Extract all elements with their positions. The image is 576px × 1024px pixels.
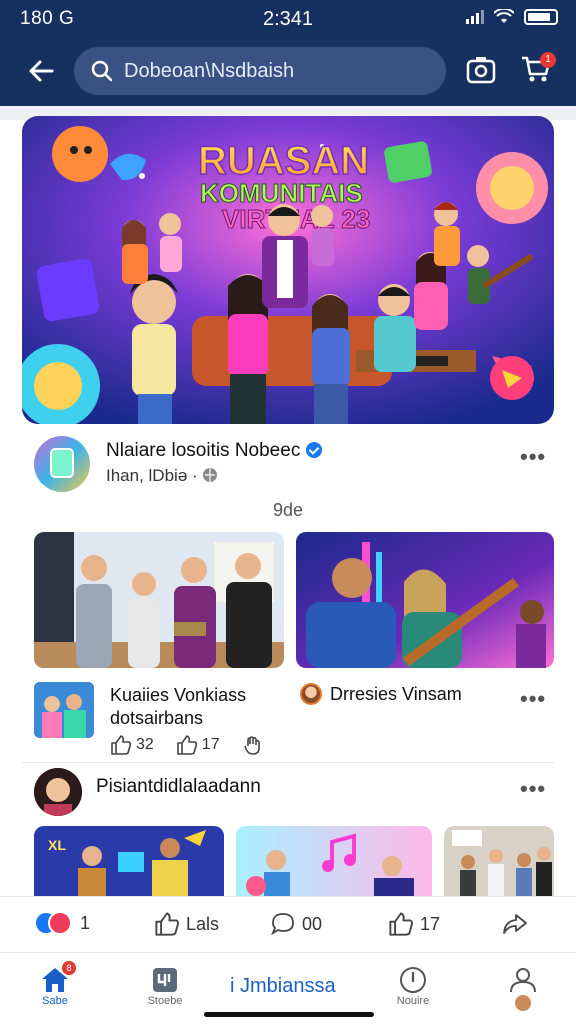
love-reaction-icon (48, 911, 72, 935)
post-title[interactable]: Nlaiare losoitis Nobeec (106, 440, 323, 462)
post-subtitle: Ihan, lDbiə · (106, 466, 218, 486)
nav-notifications[interactable]: Nouire (378, 965, 448, 1007)
photo-music-neon (296, 532, 554, 668)
cart-button[interactable]: 1 (520, 52, 556, 86)
card2-avatar[interactable] (300, 683, 322, 705)
section-title[interactable]: Pisiantdidlalaadann (96, 776, 261, 798)
person-avatar-image (34, 768, 82, 816)
nav-profile[interactable] (488, 965, 558, 1011)
globe-icon (203, 468, 218, 482)
card1-title[interactable]: Kuaiies Vonkiass dotsairbans (110, 684, 310, 730)
thumbs-up-icon (155, 912, 179, 936)
photo-group-indoor (444, 826, 554, 896)
nav-notif-label: Nouire (396, 995, 430, 1007)
card1-photo (34, 682, 94, 738)
home-badge: 8 (62, 961, 76, 975)
status-bar: 180 G 2:341 (0, 0, 576, 36)
hero-banner[interactable]: RUASAN KOMUNITAIS VIRTUAL 23 (22, 116, 554, 424)
back-arrow-icon[interactable] (26, 56, 56, 86)
post-header[interactable]: Nlaiare losoitis Nobeec Ihan, lDbiə · (34, 436, 554, 496)
share-arrow-icon (503, 914, 527, 934)
cart-badge: 1 (540, 52, 556, 68)
comment-button[interactable]: 00 (270, 911, 322, 937)
nav-profile-avatar (515, 995, 531, 1011)
search-input[interactable] (124, 59, 424, 83)
post-image-2[interactable] (296, 532, 554, 668)
post-action-bar: 1 Lals 00 17 (0, 896, 576, 952)
hero-title-line1: RUASAN (198, 139, 369, 183)
section-more-icon[interactable]: ••• (520, 776, 546, 802)
card1-reactions: 32 17 (110, 734, 264, 756)
nav-home[interactable]: 8 Sabe (20, 961, 90, 1007)
post-image-5[interactable] (444, 826, 554, 896)
post-image-3[interactable]: XL (34, 826, 224, 896)
search-bar[interactable] (74, 47, 446, 95)
reaction-count: 1 (80, 912, 91, 933)
signal-icon (466, 10, 484, 24)
reaction-summary[interactable]: 1 (34, 911, 90, 935)
store-icon (153, 968, 177, 992)
search-icon (91, 60, 113, 82)
nav-home-label: Sabe (42, 995, 68, 1007)
photo-group-office (34, 532, 284, 668)
home-indicator (204, 1012, 374, 1017)
photo-music-party (236, 826, 432, 896)
post-image-1[interactable] (34, 532, 284, 668)
verified-icon (306, 442, 323, 458)
nav-store-label: Stoebe (147, 995, 183, 1007)
post-image-4[interactable] (236, 826, 432, 896)
share-count-button[interactable]: 17 (388, 911, 440, 937)
thumbs-up-icon (111, 735, 132, 755)
thumbs-up-icon (389, 912, 413, 936)
post-time-label: 9de (272, 500, 304, 520)
card1-second-count[interactable]: 17 (176, 734, 220, 756)
hand-icon (243, 736, 260, 755)
card1-like-count[interactable]: 32 (110, 734, 154, 756)
hero-illustration: RUASAN KOMUNITAIS VIRTUAL 23 (22, 116, 554, 424)
section-avatar[interactable] (34, 768, 82, 816)
share-button[interactable] (502, 911, 528, 937)
reaction-icons (34, 911, 74, 935)
photo-streaming: XL (34, 826, 224, 896)
comment-count: 00 (302, 913, 323, 934)
clock-icon (400, 967, 426, 993)
nav-center-label[interactable]: i Jmbianssa (230, 975, 336, 998)
comment-icon (271, 913, 294, 936)
profile-icon (510, 968, 536, 993)
share-count: 17 (420, 913, 441, 934)
card1-hand-react[interactable] (242, 734, 264, 756)
card1-thumbnail[interactable] (34, 682, 94, 738)
thumbs-up-icon (176, 735, 197, 755)
nav-store[interactable]: Stoebe (130, 965, 200, 1007)
card2-title[interactable]: Drresies Vinsam (330, 684, 462, 705)
svg-text:XL: XL (48, 837, 66, 853)
like-button[interactable]: Lals (154, 911, 219, 937)
post-more-icon[interactable]: ••• (520, 444, 546, 470)
page-avatar[interactable] (34, 436, 90, 492)
camera-icon[interactable] (466, 56, 496, 84)
battery-icon (524, 9, 558, 25)
like-label: Lals (186, 913, 220, 934)
divider (22, 762, 554, 763)
wifi-icon (494, 9, 514, 23)
card2-more-icon[interactable]: ••• (520, 686, 546, 712)
